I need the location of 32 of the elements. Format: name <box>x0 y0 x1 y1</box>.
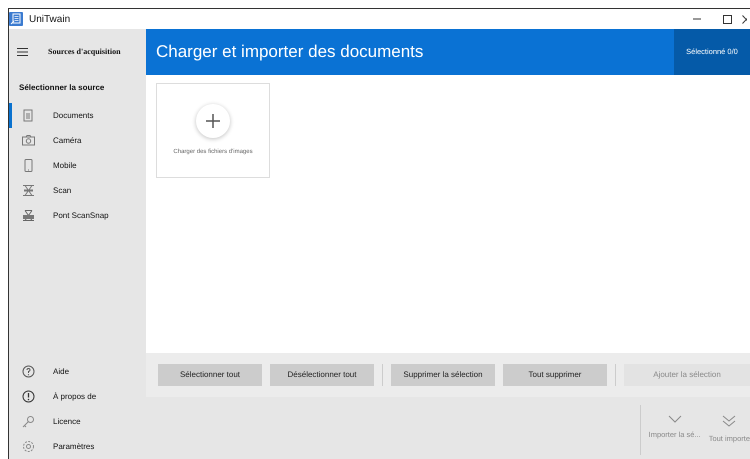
sidebar-item[interactable]: Licence <box>9 409 146 434</box>
window-title: UniTwain <box>29 12 70 26</box>
help-icon <box>22 365 35 378</box>
sidebar-item[interactable]: Aide <box>9 359 146 384</box>
minimize-icon[interactable] <box>693 18 701 20</box>
phone-icon <box>22 159 35 172</box>
scanner-icon <box>22 184 35 197</box>
double-chevron-icon <box>722 415 736 427</box>
scanner-icon <box>22 209 35 222</box>
exclamation-icon <box>22 390 35 403</box>
plus-icon <box>206 114 220 128</box>
sidebar-item[interactable]: Mobile <box>9 153 146 178</box>
document-icon <box>22 109 35 122</box>
action-button[interactable]: Tout supprimer <box>503 364 607 386</box>
sidebar-header: Sources d'acquisition <box>48 46 121 58</box>
page-title: Charger et importer des documents <box>155 41 424 64</box>
camera-icon <box>22 134 35 147</box>
sidebar-item[interactable]: À propos de <box>9 384 146 409</box>
sidebar-item[interactable]: Scan <box>9 178 146 203</box>
sidebar-item[interactable]: Paramètres <box>9 434 146 459</box>
action-button[interactable]: Sélectionner tout <box>158 364 262 386</box>
close-icon[interactable] <box>742 14 747 24</box>
key-icon <box>22 415 35 428</box>
maximize-icon[interactable] <box>722 14 732 24</box>
action-button[interactable]: Supprimer la sélection <box>391 364 495 386</box>
sidebar-item[interactable]: Pont ScanSnap <box>9 203 146 228</box>
sidebar-item[interactable]: Caméra <box>9 128 146 153</box>
gear-icon <box>22 440 35 453</box>
menu-icon[interactable] <box>17 48 28 56</box>
action-button[interactable]: Désélectionner tout <box>270 364 374 386</box>
chevron-icon <box>668 415 682 423</box>
section-title: Sélectionner la source <box>18 82 106 94</box>
